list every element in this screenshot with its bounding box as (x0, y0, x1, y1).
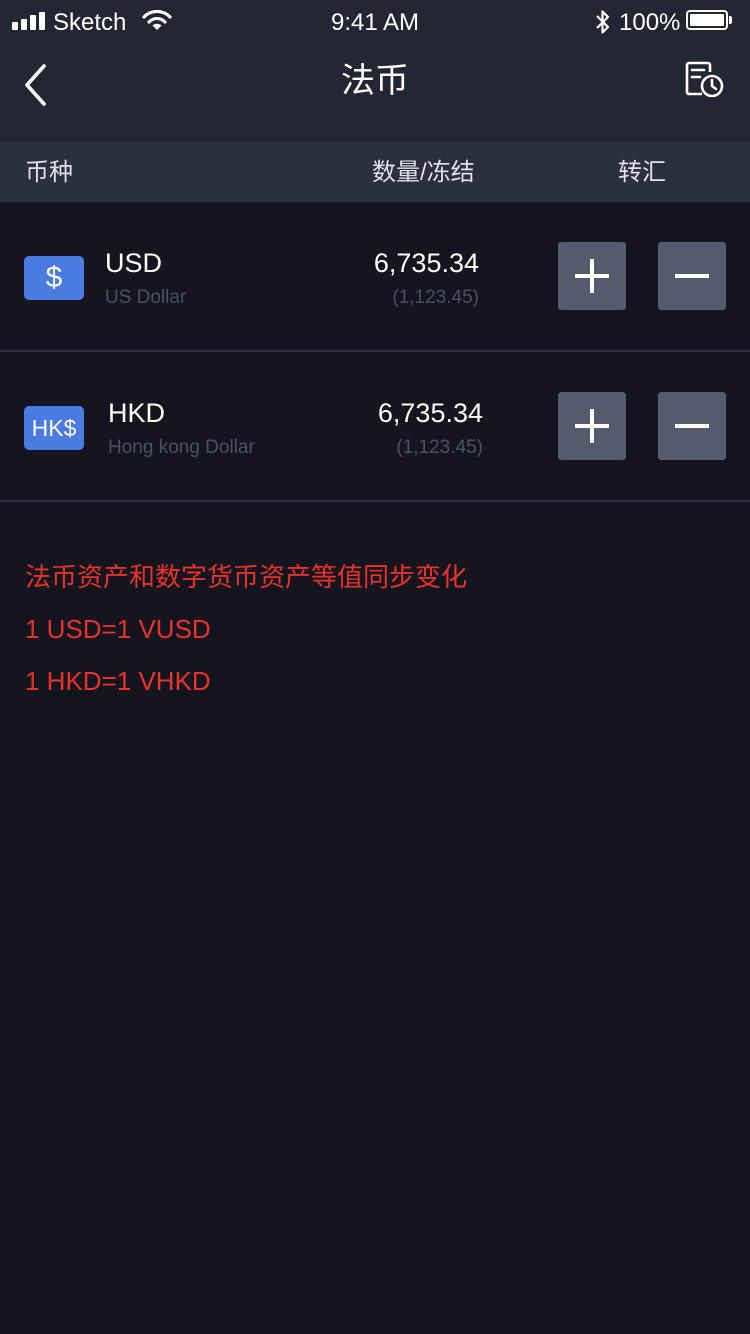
page-title: 法币 (341, 62, 409, 100)
hkd-rate-note: 1 HKD=1 VHKD (25, 666, 211, 696)
table-header: 币种 数量/冻结 转汇 (0, 142, 750, 202)
status-bar: Sketch 9:41 AM 100% (0, 0, 750, 44)
usd-rate-note: 1 USD=1 VUSD (25, 614, 211, 644)
minus-icon (675, 274, 709, 278)
deposit-usd-button[interactable] (558, 242, 626, 310)
currency-amount: 6,735.34 (373, 248, 479, 278)
currency-name: Hong kong Dollar (108, 437, 255, 458)
battery-icon (686, 10, 732, 32)
top-bar: Sketch 9:41 AM 100% 法币 (0, 0, 750, 142)
currency-amount: 6,735.34 (377, 398, 483, 428)
column-header-currency: 币种 (25, 159, 73, 186)
currency-row-usd: $ USD US Dollar 6,735.34 (1,123.45) (0, 202, 750, 352)
dollar-icon: $ (24, 256, 84, 300)
column-header-transfer: 转汇 (618, 159, 666, 186)
withdraw-usd-button[interactable] (658, 242, 726, 310)
withdraw-hkd-button[interactable] (658, 392, 726, 460)
history-button[interactable] (684, 60, 728, 100)
chevron-left-icon (25, 64, 46, 106)
currency-frozen: (1,123.45) (392, 287, 479, 308)
column-header-amount: 数量/冻结 (372, 159, 475, 186)
document-clock-icon (685, 61, 724, 98)
currency-code: USD (105, 248, 163, 278)
back-button[interactable] (20, 62, 56, 108)
minus-icon (675, 424, 709, 428)
deposit-hkd-button[interactable] (558, 392, 626, 460)
currency-frozen: (1,123.45) (396, 437, 483, 458)
currency-row-hkd: HK$ HKD Hong kong Dollar 6,735.34 (1,123… (0, 352, 750, 502)
currency-code: HKD (108, 398, 166, 428)
bluetooth-icon (594, 8, 612, 41)
currency-name: US Dollar (105, 287, 187, 308)
sync-note: 法币资产和数字货币资产等值同步变化 (25, 562, 468, 592)
hk-dollar-icon: HK$ (24, 406, 84, 450)
battery-percent: 100% (619, 9, 681, 36)
